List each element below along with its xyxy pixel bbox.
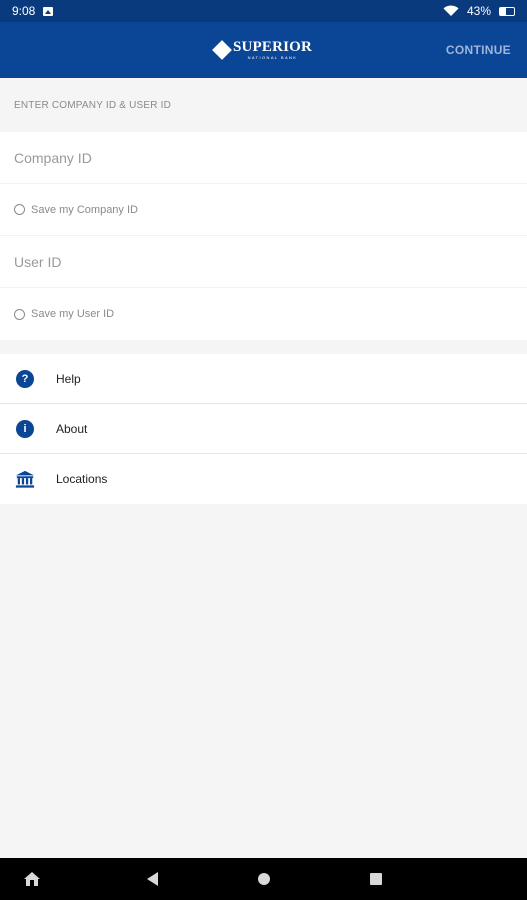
- save-company-label: Save my Company ID: [31, 203, 138, 216]
- menu-list: ? Help i About Locations: [0, 354, 527, 504]
- menu-item-help[interactable]: ? Help: [0, 354, 527, 404]
- wifi-icon: [443, 5, 459, 16]
- bank-icon: [15, 469, 35, 489]
- save-user-label: Save my User ID: [31, 308, 115, 320]
- bank-logo: SUPERIOR NATIONAL BANK: [212, 40, 312, 60]
- logo-text: SUPERIOR NATIONAL BANK: [233, 40, 312, 60]
- home-button[interactable]: [252, 858, 276, 900]
- logo-sub-text: NATIONAL BANK: [247, 55, 298, 60]
- recents-button[interactable]: [364, 858, 388, 900]
- back-icon: [146, 872, 158, 886]
- picture-notification-icon: [43, 6, 54, 16]
- section-title: ENTER COMPANY ID & USER ID: [14, 99, 172, 111]
- company-id-row: [0, 132, 527, 184]
- user-id-input[interactable]: [14, 253, 527, 270]
- continue-button[interactable]: CONTINUE: [446, 22, 511, 78]
- recents-icon: [370, 873, 382, 885]
- menu-item-label: Help: [56, 371, 81, 386]
- menu-item-label: About: [56, 421, 88, 436]
- info-icon: i: [15, 419, 35, 439]
- battery-icon: [499, 6, 515, 16]
- home-circle-icon: [258, 873, 270, 885]
- company-id-input[interactable]: [14, 149, 527, 166]
- battery-percent: 43%: [466, 4, 491, 18]
- login-form: Save my Company ID Save my User ID: [0, 132, 527, 340]
- system-nav-bar: [0, 858, 527, 900]
- user-id-row: [0, 236, 527, 288]
- save-company-radio[interactable]: [14, 204, 25, 215]
- save-company-row[interactable]: Save my Company ID: [0, 184, 527, 236]
- logo-diamond-icon: [212, 40, 232, 60]
- save-user-radio[interactable]: [14, 308, 25, 320]
- home-app-icon[interactable]: [20, 858, 44, 900]
- menu-item-label: Locations: [56, 472, 108, 486]
- status-left: 9:08: [12, 4, 54, 18]
- status-time: 9:08: [12, 4, 36, 18]
- status-bar: 9:08 43%: [0, 0, 527, 22]
- back-button[interactable]: [140, 858, 164, 900]
- menu-item-locations[interactable]: Locations: [0, 454, 527, 504]
- save-user-row[interactable]: Save my User ID: [0, 288, 527, 340]
- help-icon: ?: [15, 369, 35, 389]
- logo-main-text: SUPERIOR: [232, 39, 313, 55]
- status-right: 43%: [443, 4, 515, 18]
- app-bar: SUPERIOR NATIONAL BANK CONTINUE: [0, 22, 527, 78]
- menu-item-about[interactable]: i About: [0, 404, 527, 454]
